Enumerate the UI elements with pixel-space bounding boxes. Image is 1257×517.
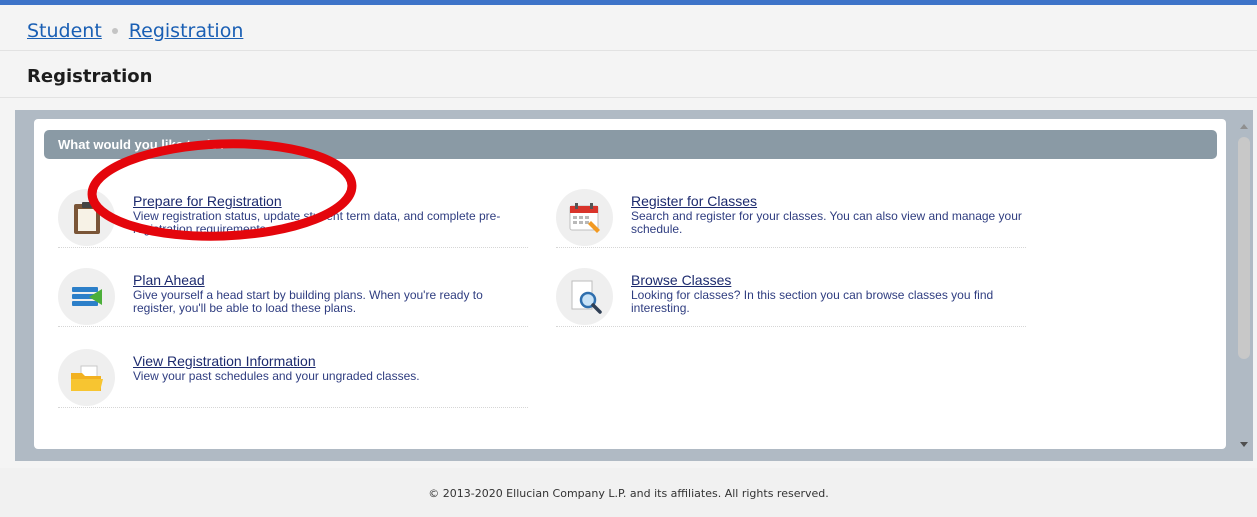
scroll-up-arrow-icon[interactable] (1240, 124, 1248, 129)
task-browse-classes: Browse Classes Looking for classes? In t… (556, 263, 1026, 327)
task-register-for-classes: Register for Classes Search and register… (556, 184, 1026, 248)
breadcrumb-student-link[interactable]: Student (27, 20, 102, 42)
task-prepare-for-registration: Prepare for Registration View registrati… (58, 184, 528, 248)
register-for-classes-description: Search and register for your classes. Yo… (631, 209, 1022, 236)
calendar-icon (556, 189, 613, 246)
prepare-for-registration-link[interactable]: Prepare for Registration (133, 193, 282, 209)
breadcrumb: Student Registration (0, 5, 1257, 51)
scroll-thumb[interactable] (1238, 137, 1250, 359)
register-for-classes-link[interactable]: Register for Classes (631, 193, 757, 209)
list-icon (58, 268, 115, 325)
plan-ahead-description: Give yourself a head start by building p… (133, 288, 483, 315)
view-registration-information-description: View your past schedules and your ungrad… (133, 369, 420, 383)
plan-ahead-link[interactable]: Plan Ahead (133, 272, 205, 288)
folder-icon (58, 349, 115, 406)
footer-copyright: © 2013-2020 Ellucian Company L.P. and it… (0, 468, 1257, 517)
task-plan-ahead: Plan Ahead Give yourself a head start by… (58, 263, 528, 327)
browse-classes-link[interactable]: Browse Classes (631, 272, 731, 288)
task-view-registration-information: View Registration Information View your … (58, 344, 528, 408)
section-header: What would you like to do? (44, 130, 1217, 159)
breadcrumb-separator (111, 27, 118, 34)
breadcrumb-registration-link[interactable]: Registration (129, 20, 244, 42)
prepare-for-registration-description: View registration status, update student… (133, 209, 501, 236)
page-title: Registration (0, 52, 1257, 98)
view-registration-information-link[interactable]: View Registration Information (133, 353, 316, 369)
browse-classes-description: Looking for classes? In this section you… (631, 288, 994, 315)
vertical-scrollbar[interactable] (1235, 110, 1253, 461)
magnifier-document-icon (556, 268, 613, 325)
clipboard-icon (58, 189, 115, 246)
content-frame: What would you like to do? Prepare for R… (15, 110, 1253, 461)
scroll-down-arrow-icon[interactable] (1240, 442, 1248, 447)
task-panel: What would you like to do? Prepare for R… (34, 119, 1226, 449)
